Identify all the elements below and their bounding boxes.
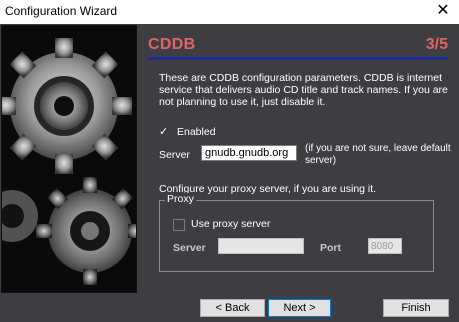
page-title: CDDB xyxy=(148,36,196,53)
use-proxy-checkbox[interactable] xyxy=(173,219,185,231)
enabled-label: Enabled xyxy=(177,126,216,138)
next-button[interactable]: Next xyxy=(268,299,331,317)
header-divider xyxy=(148,57,448,60)
gears-illustration xyxy=(1,25,137,293)
proxy-port-label: Port xyxy=(320,242,341,254)
server-hint: (if you are not sure, leave default serv… xyxy=(305,143,451,166)
checkmark-icon[interactable]: ✓ xyxy=(159,126,171,138)
wizard-body: CDDB 3/5 These are CDDB configuration pa… xyxy=(0,24,459,322)
wizard-content: CDDB 3/5 These are CDDB configuration pa… xyxy=(139,25,457,291)
step-indicator: 3/5 xyxy=(425,36,448,53)
finish-button[interactable]: Finish xyxy=(383,299,449,317)
use-proxy-label: Use proxy server xyxy=(191,218,271,230)
proxy-server-input[interactable] xyxy=(218,238,304,254)
proxy-server-label: Server xyxy=(173,242,206,254)
title-bar: Configuration Wizard ✕ xyxy=(0,0,459,24)
close-icon[interactable]: ✕ xyxy=(433,1,453,21)
step-header: CDDB 3/5 xyxy=(148,36,448,56)
proxy-group-label: Proxy xyxy=(165,193,196,205)
server-label: Server xyxy=(159,149,190,161)
server-input[interactable] xyxy=(201,145,297,161)
proxy-groupbox xyxy=(159,200,434,272)
back-button[interactable]: Back xyxy=(200,299,265,317)
description-text: These are CDDB configuration parameters.… xyxy=(159,72,448,108)
proxy-port-input[interactable] xyxy=(368,238,402,254)
window-title: Configuration Wizard xyxy=(5,4,118,18)
